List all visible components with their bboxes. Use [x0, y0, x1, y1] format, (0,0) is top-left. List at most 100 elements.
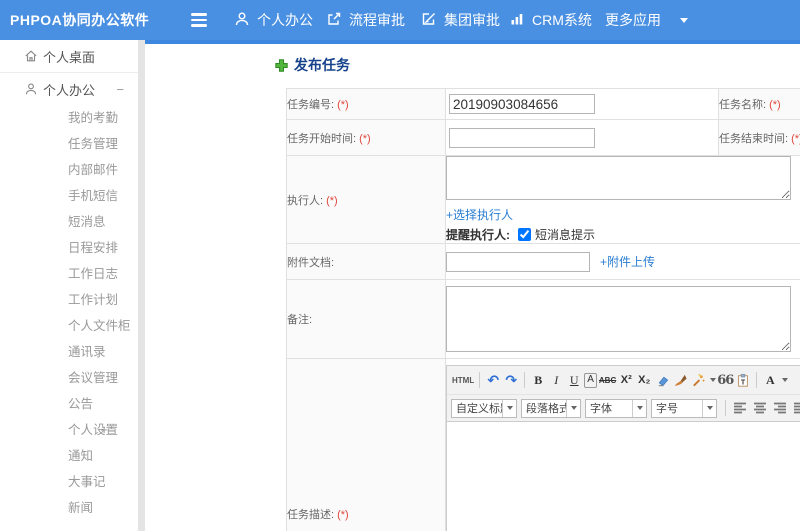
caret-down-icon [680, 17, 688, 23]
dropdown-label: 段落格式 [526, 403, 566, 415]
nav-item-workflow-approval[interactable]: 流程审批 [326, 0, 405, 40]
toolbar-separator [725, 400, 726, 416]
editor-content-area[interactable] [447, 422, 800, 531]
required-mark: (*) [337, 509, 349, 521]
description-label-cell: 任务描述: (*) [286, 358, 446, 531]
sidebar-item-personal-settings[interactable]: 个人设置 + [0, 417, 138, 443]
person-icon [25, 83, 37, 95]
attachment-label-cell: 附件文档: [286, 243, 446, 280]
start-time-input[interactable] [449, 127, 595, 148]
task-number-input[interactable] [449, 94, 595, 114]
collapse-minus-icon[interactable]: − [116, 83, 124, 96]
page-title-text: 发布任务 [294, 57, 350, 73]
edit-square-icon [421, 11, 437, 30]
html-source-button[interactable]: HTML [452, 371, 474, 389]
sidebar-item-personal-office[interactable]: 个人办公 − [0, 73, 138, 105]
nav-item-personal-office[interactable]: 个人办公 [234, 0, 313, 40]
field-label: 任务编号: [287, 99, 335, 111]
field-label: 附件文档: [287, 256, 335, 269]
sidebar-item-notice[interactable]: 通知 [0, 443, 138, 469]
font-size-dropdown[interactable]: 字号 [651, 398, 717, 418]
menu-toggle-icon[interactable] [191, 13, 209, 28]
nav-item-crm-system[interactable]: CRM系统 [509, 0, 592, 40]
sidebar-item-work-plan[interactable]: 工作计划 [0, 287, 138, 313]
rich-text-editor: HTML ↶ ↷ B I U A ABC X² X₂ 66 T A 自定义标 段… [446, 365, 800, 531]
dropdown-label: 自定义标题 [456, 403, 502, 415]
note-field-cell [445, 279, 800, 359]
svg-text:T: T [741, 379, 746, 386]
dropdown-caret-icon [632, 399, 646, 417]
form-row-description: 任务描述: (*) HTML ↶ ↷ B I U A ABC X² X₂ 66 … [286, 358, 800, 531]
underline-button[interactable]: U [566, 371, 582, 389]
toolbar-separator [524, 372, 526, 388]
undo-button[interactable]: ↶ [485, 371, 501, 389]
align-right-icon[interactable] [773, 402, 787, 414]
eraser-icon[interactable] [654, 371, 670, 389]
sidebar-item-personal-file-cabinet[interactable]: 个人文件柜 [0, 313, 138, 339]
sidebar-item-label: 个人设置 [68, 423, 119, 437]
sidebar-item-major-events[interactable]: 大事记 [0, 469, 138, 495]
form-row-executor: 执行人: (*) +选择执行人 提醒执行人: 短消息提示 [286, 155, 800, 244]
required-mark: (*) [326, 194, 338, 207]
sidebar-item-task-management[interactable]: 任务管理 [0, 131, 138, 157]
dropdown-caret-icon [566, 399, 580, 417]
sidebar-item-internal-mail[interactable]: 内部邮件 [0, 157, 138, 183]
magic-wand-icon[interactable] [690, 371, 706, 389]
nav-label: CRM系统 [532, 12, 592, 28]
plus-icon [275, 58, 288, 72]
superscript-button[interactable]: X² [618, 371, 634, 389]
font-family-dropdown[interactable]: 字体 [585, 398, 647, 418]
char-style-button[interactable]: A [584, 372, 597, 388]
toolbar-separator [479, 372, 481, 388]
font-color-button[interactable]: A [762, 371, 778, 389]
expand-plus-icon[interactable]: + [100, 423, 108, 436]
dropdown-label: 字号 [656, 403, 678, 415]
blockquote-button[interactable]: 66 [717, 371, 734, 389]
bold-button[interactable]: B [530, 371, 546, 389]
sidebar-item-schedule[interactable]: 日程安排 [0, 235, 138, 261]
sidebar-item-mobile-sms[interactable]: 手机短信 [0, 183, 138, 209]
subscript-button[interactable]: X₂ [636, 371, 652, 389]
redo-button[interactable]: ↷ [503, 371, 519, 389]
editor-toolbar-row2: 自定义标题 段落格式 字体 [447, 395, 800, 422]
sidebar-item-announcement[interactable]: 公告 [0, 391, 138, 417]
nav-label: 更多应用 [605, 12, 661, 28]
format-brush-icon[interactable] [672, 371, 688, 389]
executor-textarea[interactable] [446, 156, 791, 200]
custom-heading-dropdown[interactable]: 自定义标题 [451, 398, 517, 418]
italic-button[interactable]: I [548, 371, 564, 389]
nav-item-more-apps[interactable]: 更多应用 [605, 0, 688, 40]
sidebar-item-my-attendance[interactable]: 我的考勤 [0, 105, 138, 131]
sidebar-item-news[interactable]: 新闻 [0, 495, 138, 521]
sidebar-item-label: 个人桌面 [43, 49, 96, 65]
editor-toolbar-row1: HTML ↶ ↷ B I U A ABC X² X₂ 66 T A [447, 366, 800, 395]
sidebar-item-personal-desktop[interactable]: 个人桌面 [0, 40, 138, 73]
nav-label: 流程审批 [349, 12, 405, 28]
wand-dropdown-caret-icon[interactable] [710, 378, 717, 382]
choose-executor-link[interactable]: +选择执行人 [446, 206, 513, 223]
align-center-icon[interactable] [753, 402, 767, 414]
paragraph-format-dropdown[interactable]: 段落格式 [521, 398, 581, 418]
sidebar-item-short-message[interactable]: 短消息 [0, 209, 138, 235]
attachment-input[interactable] [446, 251, 590, 272]
required-mark: (*) [769, 99, 781, 111]
note-textarea[interactable] [446, 286, 791, 352]
form-row-start-time: 任务开始时间:(*) 任务结束时间:(*) [286, 119, 800, 156]
sidebar-item-address-book[interactable]: 通讯录 [0, 339, 138, 365]
nav-label: 个人办公 [257, 12, 313, 28]
paste-template-icon[interactable]: T [735, 371, 751, 389]
form-row-attachment: 附件文档: +附件上传 [286, 243, 800, 280]
align-justify-icon[interactable] [793, 402, 800, 414]
attachment-upload-link[interactable]: +附件上传 [600, 255, 655, 269]
required-mark: (*) [791, 132, 800, 145]
task-number-label-cell: 任务编号: (*) [286, 88, 446, 120]
sidebar-item-meeting-management[interactable]: 会议管理 [0, 365, 138, 391]
sms-remind-checkbox[interactable] [518, 228, 531, 241]
font-color-caret-icon[interactable] [782, 378, 789, 382]
sidebar-item-work-log[interactable]: 工作日志 [0, 261, 138, 287]
align-left-icon[interactable] [733, 402, 747, 414]
toolbar-separator [756, 372, 758, 388]
required-mark: (*) [337, 99, 349, 111]
nav-item-group-approval[interactable]: 集团审批 [421, 0, 500, 40]
strikethrough-button[interactable]: ABC [599, 371, 616, 389]
